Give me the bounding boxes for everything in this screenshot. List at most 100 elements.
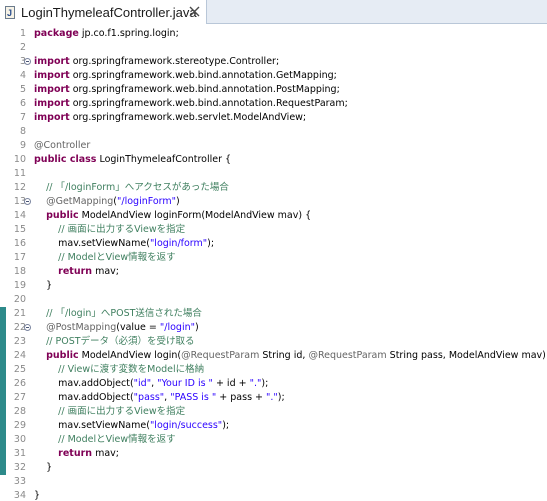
code-text: // ModelとView情報を返す	[58, 434, 176, 445]
code-text: import org.springframework.web.bind.anno…	[34, 70, 337, 81]
code-line[interactable]: 15 // 画面に出力するViewを指定	[0, 223, 547, 237]
code-line[interactable]: 34}	[0, 489, 547, 501]
code-text: @Controller	[34, 140, 91, 151]
line-number: 6	[19, 98, 26, 109]
line-number: 4	[19, 70, 26, 81]
fold-collapse-icon[interactable]	[24, 324, 31, 331]
line-number: 26	[13, 378, 26, 389]
code-line[interactable]: 14 public ModelAndView loginForm(ModelAn…	[0, 209, 547, 223]
change-marker	[0, 321, 6, 335]
code-line[interactable]: 16 mav.setViewName("login/form");	[0, 237, 547, 251]
editor-window: J LoginThymeleafController.java 1 package…	[0, 0, 547, 501]
line-number: 1	[19, 28, 26, 39]
java-file-icon: J	[5, 5, 15, 19]
line-number: 19	[13, 280, 26, 291]
code-line[interactable]: 1 package jp.co.f1.spring.login;	[0, 27, 547, 41]
code-text: mav.setViewName("login/form");	[34, 238, 215, 249]
change-marker	[0, 377, 6, 391]
code-line[interactable]: 7 import org.springframework.web.servlet.…	[0, 111, 547, 125]
code-line[interactable]: 28 // 画面に出力するViewを指定	[0, 405, 547, 419]
fold-collapse-icon[interactable]	[24, 198, 31, 205]
code-text: return mav;	[58, 448, 119, 459]
editor-tab[interactable]: J LoginThymeleafController.java	[0, 0, 207, 24]
line-number: 9	[19, 140, 26, 151]
change-marker	[0, 419, 6, 433]
line-number: 17	[13, 252, 26, 263]
code-line[interactable]: 22 @PostMapping(value = "/login")	[0, 321, 547, 335]
code-editor[interactable]: 1 package jp.co.f1.spring.login; 2 3 import …	[0, 24, 547, 501]
line-number: 23	[13, 336, 26, 347]
code-line[interactable]: 2	[0, 41, 547, 55]
change-marker	[0, 335, 6, 349]
line-number: 33	[13, 476, 26, 487]
line-number: 11	[13, 168, 26, 179]
line-number: 15	[13, 224, 26, 235]
code-line[interactable]: 19 }	[0, 279, 547, 293]
line-number: 31	[13, 448, 26, 459]
code-line[interactable]: 23 // POSTデータ（必須）を受け取る	[0, 335, 547, 349]
code-line[interactable]: 3 import org.springframework.stereotype.C…	[0, 55, 547, 69]
code-text: public ModelAndView loginForm(ModelAndVi…	[46, 210, 312, 221]
code-line[interactable]: 27 mav.addObject("pass", "PASS is " + pa…	[0, 391, 547, 405]
code-text: import org.springframework.web.bind.anno…	[34, 98, 348, 109]
code-line[interactable]: 18 return mav;	[0, 265, 547, 279]
code-line[interactable]: 10 public class LoginThymeleafController …	[0, 153, 547, 167]
code-text: package jp.co.f1.spring.login;	[34, 28, 179, 39]
change-marker	[0, 391, 6, 405]
line-number: 27	[13, 392, 26, 403]
code-text: // 「/loginForm」へアクセスがあった場合	[46, 182, 229, 193]
code-line[interactable]: 5 import org.springframework.web.bind.ann…	[0, 83, 547, 97]
code-line[interactable]: 31 return mav;	[0, 447, 547, 461]
line-number: 12	[13, 182, 26, 193]
code-line[interactable]: 29 mav.setViewName("login/success");	[0, 419, 547, 433]
code-line[interactable]: 6 import org.springframework.web.bind.ann…	[0, 97, 547, 111]
code-line[interactable]: 21 // 「/login」へPOST送信された場合	[0, 307, 547, 321]
line-number: 16	[13, 238, 26, 249]
code-line[interactable]: 25 // Viewに渡す変数をModelに格納	[0, 363, 547, 377]
code-text: // 画面に出力するViewを指定	[58, 224, 186, 235]
code-line[interactable]: 26 mav.addObject("id", "Your ID is " + i…	[0, 377, 547, 391]
code-line[interactable]: 11	[0, 167, 547, 181]
line-number: 24	[13, 350, 26, 361]
code-text: public ModelAndView login(@RequestParam …	[46, 350, 547, 361]
change-marker	[0, 349, 6, 363]
line-number: 28	[13, 406, 26, 417]
tab-title: LoginThymeleafController.java	[21, 4, 197, 20]
code-line[interactable]: 33	[0, 475, 547, 489]
code-text: // POSTデータ（必須）を受け取る	[46, 336, 195, 347]
code-text: }	[34, 490, 41, 501]
code-text: @GetMapping("/loginForm")	[46, 196, 180, 207]
code-text: }	[34, 280, 53, 291]
code-text: public class LoginThymeleafController {	[34, 154, 232, 165]
code-line[interactable]: 13 @GetMapping("/loginForm")	[0, 195, 547, 209]
change-marker	[0, 433, 6, 447]
code-line[interactable]: 20	[0, 293, 547, 307]
code-text: mav.addObject("id", "Your ID is " + id +…	[34, 378, 269, 389]
code-text: }	[34, 462, 53, 473]
line-number: 21	[13, 308, 26, 319]
code-line[interactable]: 30 // ModelとView情報を返す	[0, 433, 547, 447]
code-text: mav.setViewName("login/success");	[34, 420, 230, 431]
code-text: return mav;	[58, 266, 119, 277]
change-marker	[0, 447, 6, 461]
code-text: // Viewに渡す変数をModelに格納	[58, 364, 205, 375]
code-line[interactable]: 17 // ModelとView情報を返す	[0, 251, 547, 265]
fold-collapse-icon[interactable]	[24, 58, 31, 65]
code-line[interactable]: 32 }	[0, 461, 547, 475]
code-line[interactable]: 9 @Controller	[0, 139, 547, 153]
code-text: mav.addObject("pass", "PASS is " + pass …	[34, 392, 285, 403]
line-number: 29	[13, 420, 26, 431]
code-line[interactable]: 12 // 「/loginForm」へアクセスがあった場合	[0, 181, 547, 195]
line-number: 20	[13, 294, 26, 305]
code-text: // 「/login」へPOST送信された場合	[46, 308, 202, 319]
code-text: @PostMapping(value = "/login")	[46, 322, 199, 333]
line-number: 34	[13, 490, 26, 501]
code-line[interactable]: 4 import org.springframework.web.bind.ann…	[0, 69, 547, 83]
close-icon[interactable]	[188, 5, 201, 18]
change-marker	[0, 461, 6, 475]
code-line[interactable]: 24 public ModelAndView login(@RequestPar…	[0, 349, 547, 363]
line-number: 10	[13, 154, 26, 165]
line-number: 5	[19, 84, 26, 95]
code-line[interactable]: 8	[0, 125, 547, 139]
line-number: 32	[13, 462, 26, 473]
